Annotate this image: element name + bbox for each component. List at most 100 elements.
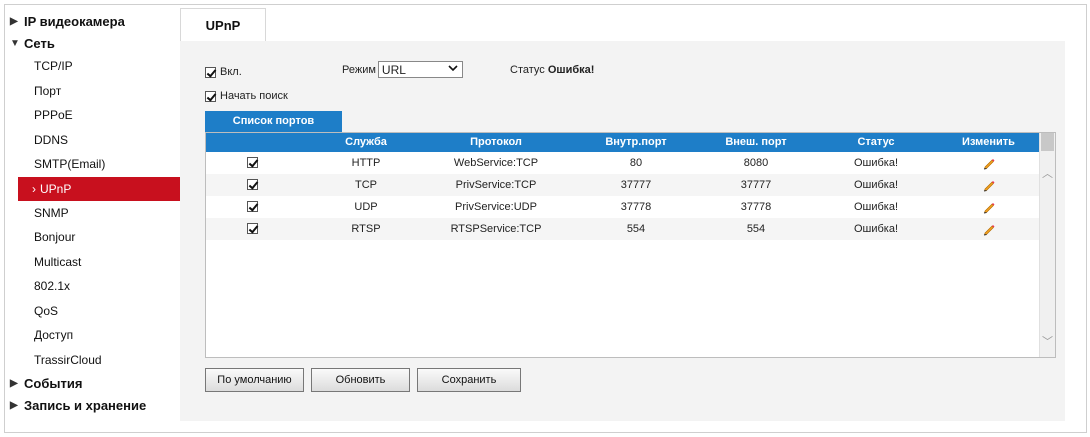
pencil-icon[interactable] (982, 156, 996, 170)
cell-protocol: WebService:TCP (453, 157, 539, 169)
mode-select-value: URL (381, 62, 406, 77)
sidebar-group-label: IP видеокамера (24, 13, 125, 29)
column-header-internal-port[interactable]: Внутр.порт (576, 133, 696, 152)
table-scrollbar[interactable]: ︿ ﹀ (1039, 133, 1055, 357)
cell-internal-port: 80 (629, 157, 643, 169)
sidebar: ▶ IP видеокамера ▼ Сеть TCP/IP Порт PPPo… (8, 10, 180, 416)
start-search-label: Начать поиск (220, 90, 288, 102)
cell-external-port: 37778 (740, 201, 772, 213)
expand-triangle-icon: ▶ (10, 377, 18, 389)
cell-edit (936, 196, 1041, 218)
settings-panel: Вкл. Режим URL Статус Ошибка! Начать пои… (180, 41, 1065, 421)
mode-control: Режим URL (342, 61, 463, 78)
tab-port-list[interactable]: Список портов (205, 111, 342, 132)
table-row: UDP PrivService:UDP 37778 37778 Ошибка! (206, 196, 1041, 218)
cell-service: TCP (355, 179, 377, 191)
table-row: TCP PrivService:TCP 37777 37777 Ошибка! (206, 174, 1041, 196)
refresh-button[interactable]: Обновить (311, 368, 410, 392)
cell-external-port: 37777 (740, 179, 772, 191)
sidebar-item-port[interactable]: Порт (8, 79, 180, 104)
mode-label: Режим (342, 63, 376, 76)
column-header-edit[interactable]: Изменить (936, 133, 1041, 152)
main-content: UPnP Вкл. Режим URL Статус Ошибка! Начат… (180, 8, 1065, 428)
sidebar-item-multicast[interactable]: Multicast (8, 250, 180, 275)
table-header: Служба Протокол Внутр.порт Внеш. порт Ст… (206, 133, 1041, 152)
sidebar-item-upnp[interactable]: › UPnP (18, 176, 180, 201)
cell-enabled (244, 152, 264, 174)
sidebar-item-bonjour[interactable]: Bonjour (8, 225, 180, 250)
table-row: HTTP WebService:TCP 80 8080 Ошибка! (206, 152, 1041, 174)
cell-status: Ошибка! (853, 223, 899, 235)
row-enabled-checkbox[interactable] (246, 201, 258, 212)
sidebar-item-pppoe[interactable]: PPPoE (8, 103, 180, 128)
cell-internal-port: 554 (626, 223, 646, 235)
sidebar-item-label: UPnP (40, 181, 72, 196)
sidebar-item-access[interactable]: Доступ (8, 323, 180, 348)
sidebar-item-smtp[interactable]: SMTP(Email) (8, 152, 180, 177)
column-header-protocol[interactable]: Протокол (416, 133, 576, 152)
sidebar-group-events[interactable]: ▶ События (8, 372, 180, 394)
sidebar-item-snmp[interactable]: SNMP (8, 201, 180, 226)
table-row: RTSP RTSPService:TCP 554 554 Ошибка! (206, 218, 1041, 240)
cell-service: UDP (354, 201, 378, 213)
scrollbar-thumb[interactable] (1041, 133, 1054, 151)
cell-external-port: 554 (746, 223, 766, 235)
cell-service: RTSP (351, 223, 381, 235)
column-header-service[interactable]: Служба (316, 133, 416, 152)
sidebar-group-network[interactable]: ▼ Сеть (8, 32, 180, 54)
tab-upnp[interactable]: UPnP (180, 8, 266, 42)
sidebar-group-label: Сеть (24, 35, 55, 51)
default-button[interactable]: По умолчанию (205, 368, 304, 392)
chevron-right-icon: › (32, 181, 36, 196)
row-enabled-checkbox[interactable] (246, 223, 258, 234)
column-header-status[interactable]: Статус (816, 133, 936, 152)
cell-protocol: RTSPService:TCP (450, 223, 542, 235)
pencil-icon[interactable] (982, 200, 996, 214)
start-search-checkbox[interactable] (205, 90, 216, 102)
pencil-icon[interactable] (982, 222, 996, 236)
cell-edit (936, 152, 1041, 174)
chevron-down-icon (448, 64, 458, 75)
sidebar-item-qos[interactable]: QoS (8, 299, 180, 324)
status-value: Ошибка! (547, 64, 595, 76)
cell-enabled (244, 196, 264, 218)
expand-triangle-icon: ▶ (10, 15, 18, 27)
cell-internal-port: 37778 (620, 201, 652, 213)
save-button[interactable]: Сохранить (417, 368, 521, 392)
sidebar-item-tcpip[interactable]: TCP/IP (8, 54, 180, 79)
cell-service: HTTP (351, 157, 381, 169)
row-enabled-checkbox[interactable] (246, 179, 258, 190)
cell-protocol: PrivService:TCP (455, 179, 537, 191)
cell-protocol: PrivService:UDP (455, 201, 537, 213)
expand-triangle-icon: ▶ (10, 399, 18, 411)
cell-enabled (244, 174, 264, 196)
pencil-icon[interactable] (982, 178, 996, 192)
search-row: Начать поиск (205, 90, 288, 102)
sidebar-item-trassircloud[interactable]: TrassirCloud (8, 348, 180, 373)
action-buttons: По умолчанию Обновить Сохранить (205, 368, 521, 392)
cell-status: Ошибка! (853, 179, 899, 191)
tab-bar: UPnP (180, 8, 1065, 42)
sidebar-item-8021x[interactable]: 802.1x (8, 274, 180, 299)
scroll-up-icon[interactable]: ︿ (1040, 165, 1055, 181)
column-header-external-port[interactable]: Внеш. порт (696, 133, 816, 152)
sidebar-group-camera[interactable]: ▶ IP видеокамера (8, 10, 180, 32)
enable-row: Вкл. (205, 63, 242, 81)
cell-status: Ошибка! (853, 201, 899, 213)
sidebar-item-ddns[interactable]: DDNS (8, 128, 180, 153)
cell-edit (936, 174, 1041, 196)
cell-internal-port: 37777 (620, 179, 652, 191)
upnp-status: Статус Ошибка! (510, 64, 594, 76)
mode-select[interactable]: URL (377, 61, 463, 78)
row-enabled-checkbox[interactable] (246, 157, 258, 168)
enable-checkbox[interactable] (205, 66, 216, 78)
sidebar-group-label: События (24, 375, 83, 391)
port-table: Служба Протокол Внутр.порт Внеш. порт Ст… (205, 132, 1056, 358)
cell-status: Ошибка! (853, 157, 899, 169)
sidebar-group-storage[interactable]: ▶ Запись и хранение (8, 394, 180, 416)
scroll-down-icon[interactable]: ﹀ (1040, 333, 1055, 349)
enable-label: Вкл. (220, 66, 242, 78)
cell-external-port: 8080 (743, 157, 769, 169)
cell-enabled (244, 218, 264, 240)
status-label: Статус (510, 64, 545, 76)
